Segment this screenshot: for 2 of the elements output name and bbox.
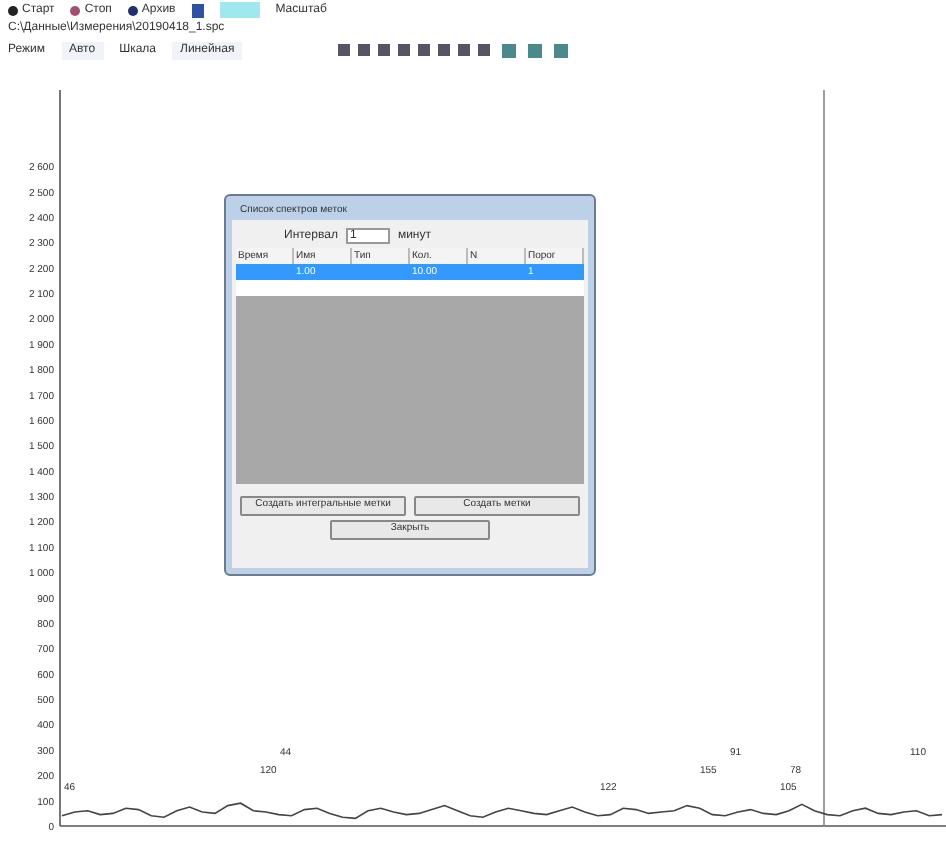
highlight-icon xyxy=(219,2,260,18)
toolbar-icon xyxy=(191,3,204,17)
